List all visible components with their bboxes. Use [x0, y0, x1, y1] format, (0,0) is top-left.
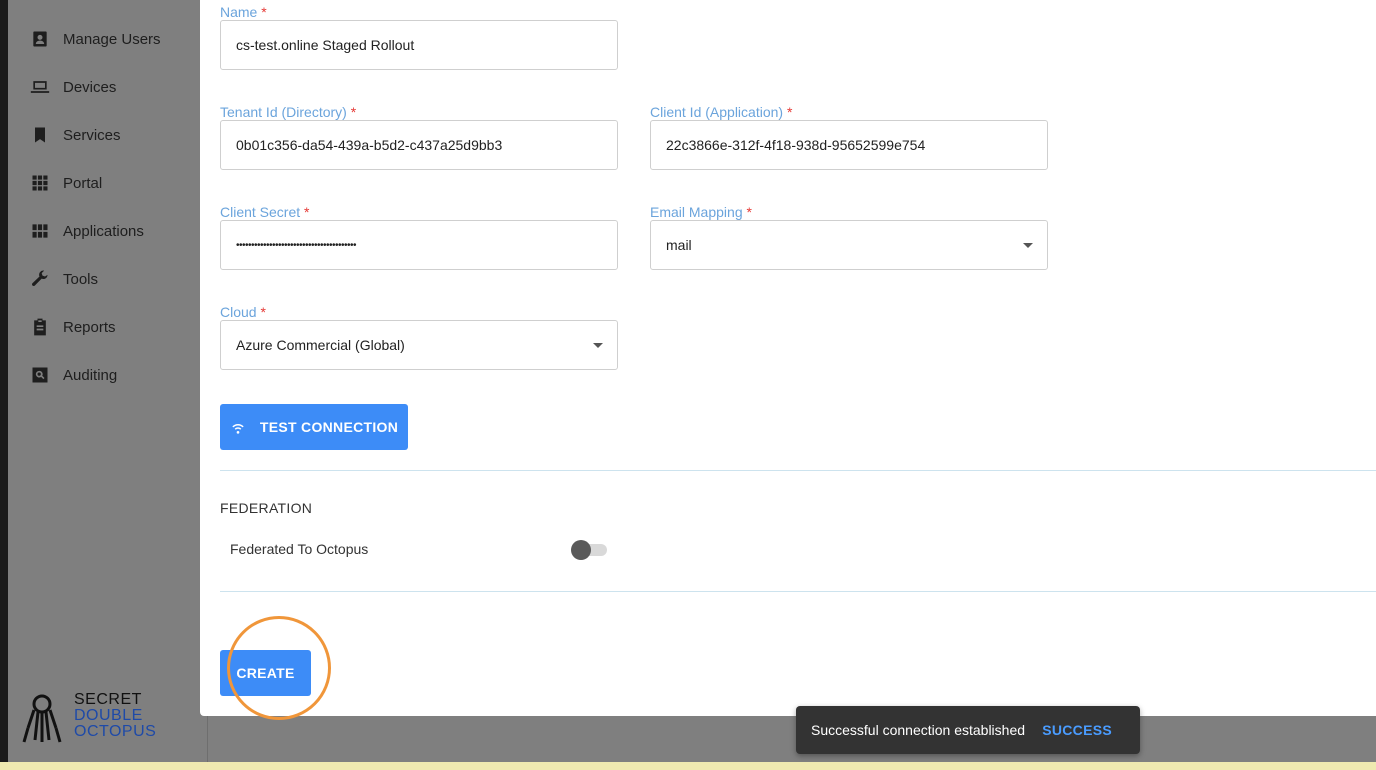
sidebar-item-label: Applications [63, 222, 144, 240]
client-secret-input[interactable]: •••••••••••••••••••••••••••••••••••••••• [220, 220, 618, 270]
label-text: Cloud [220, 304, 257, 320]
clipboard-icon [30, 317, 50, 337]
tenant-id-label: Tenant Id (Directory) * [220, 104, 356, 120]
federation-section-title: FEDERATION [220, 500, 313, 516]
label-text: Client Id (Application) [650, 104, 784, 120]
input-value: 22c3866e-312f-4f18-938d-95652599e754 [666, 137, 926, 153]
sidebar-item-label: Devices [63, 78, 117, 96]
sidebar-item-label: Portal [63, 174, 103, 192]
bookmark-icon [30, 125, 50, 145]
snackbar: Successful connection established SUCCES… [796, 706, 1140, 754]
label-text: Tenant Id (Directory) [220, 104, 347, 120]
sidebar-item-applications[interactable]: Applications [8, 207, 207, 255]
button-label: TEST CONNECTION [259, 419, 399, 435]
badge-icon [30, 29, 50, 49]
required-marker: * [786, 104, 793, 120]
client-secret-label: Client Secret * [220, 204, 310, 220]
section-divider [220, 591, 1376, 592]
client-id-input[interactable]: 22c3866e-312f-4f18-938d-95652599e754 [650, 120, 1048, 170]
toggle-knob [571, 540, 591, 560]
cloud-select[interactable]: Azure Commercial (Global) [220, 320, 618, 370]
cloud-label: Cloud * [220, 304, 266, 320]
search-box-icon [30, 365, 50, 385]
sidebar: Manage Users Devices Services Portal App… [8, 0, 208, 762]
grid-icon [30, 173, 50, 193]
logo-line: DOUBLE [74, 707, 143, 724]
required-marker: * [261, 4, 267, 20]
tenant-id-input[interactable]: 0b01c356-da54-439a-b5d2-c437a25d9bb3 [220, 120, 618, 170]
required-marker: * [260, 304, 266, 320]
federated-toggle[interactable] [571, 540, 607, 560]
wrench-icon [30, 269, 50, 289]
sidebar-item-tools[interactable]: Tools [8, 255, 207, 303]
apps-grid-icon [30, 221, 50, 241]
email-mapping-label: Email Mapping * [650, 204, 752, 220]
sidebar-item-devices[interactable]: Devices [8, 63, 207, 111]
section-divider [220, 470, 1376, 471]
sidebar-item-label: Auditing [63, 366, 118, 384]
federated-toggle-label: Federated To Octopus [230, 541, 369, 557]
sidebar-item-label: Services [63, 126, 121, 144]
label-text: Email Mapping [650, 204, 743, 220]
form-panel: Name * cs-test.online Staged Rollout Ten… [200, 0, 1376, 716]
label-text: Client Secret [220, 204, 301, 220]
sidebar-item-auditing[interactable]: Auditing [8, 351, 207, 399]
logo-text: SECRET DOUBLE OCTOPUS [74, 692, 156, 740]
logo-line: SECRET [74, 691, 142, 708]
wifi-icon [232, 423, 244, 434]
laptop-icon [30, 77, 50, 97]
chevron-down-icon [593, 343, 603, 348]
highlight-circle [227, 616, 331, 720]
chevron-down-icon [1023, 243, 1033, 248]
taskbar-strip [0, 762, 1376, 770]
logo-line: OCTOPUS [74, 723, 157, 740]
sidebar-item-reports[interactable]: Reports [8, 303, 207, 351]
sidebar-item-label: Manage Users [63, 30, 161, 48]
label-text: Name [220, 4, 258, 20]
sidebar-item-services[interactable]: Services [8, 111, 207, 159]
required-marker: * [304, 204, 310, 220]
name-label: Name * [220, 4, 267, 20]
client-id-label: Client Id (Application) * [650, 104, 792, 120]
snackbar-action-button[interactable]: SUCCESS [1042, 722, 1112, 738]
input-value: cs-test.online Staged Rollout [236, 37, 415, 53]
sidebar-item-label: Reports [63, 318, 116, 336]
select-value: Azure Commercial (Global) [236, 337, 405, 353]
sidebar-item-portal[interactable]: Portal [8, 159, 207, 207]
input-value: 0b01c356-da54-439a-b5d2-c437a25d9bb3 [236, 137, 503, 153]
window-edge [0, 0, 8, 770]
snackbar-message: Successful connection established [811, 722, 1026, 738]
octopus-icon [22, 694, 62, 743]
input-value: •••••••••••••••••••••••••••••••••••••••• [236, 239, 357, 251]
required-marker: * [746, 204, 752, 220]
brand-logo: SECRET DOUBLE OCTOPUS [22, 692, 156, 744]
test-connection-button[interactable]: TEST CONNECTION [220, 404, 408, 450]
email-mapping-select[interactable]: mail [650, 220, 1048, 270]
required-marker: * [350, 104, 357, 120]
select-value: mail [666, 237, 692, 253]
sidebar-item-manage-users[interactable]: Manage Users [8, 15, 207, 63]
name-input[interactable]: cs-test.online Staged Rollout [220, 20, 618, 70]
sidebar-item-label: Tools [63, 270, 99, 288]
